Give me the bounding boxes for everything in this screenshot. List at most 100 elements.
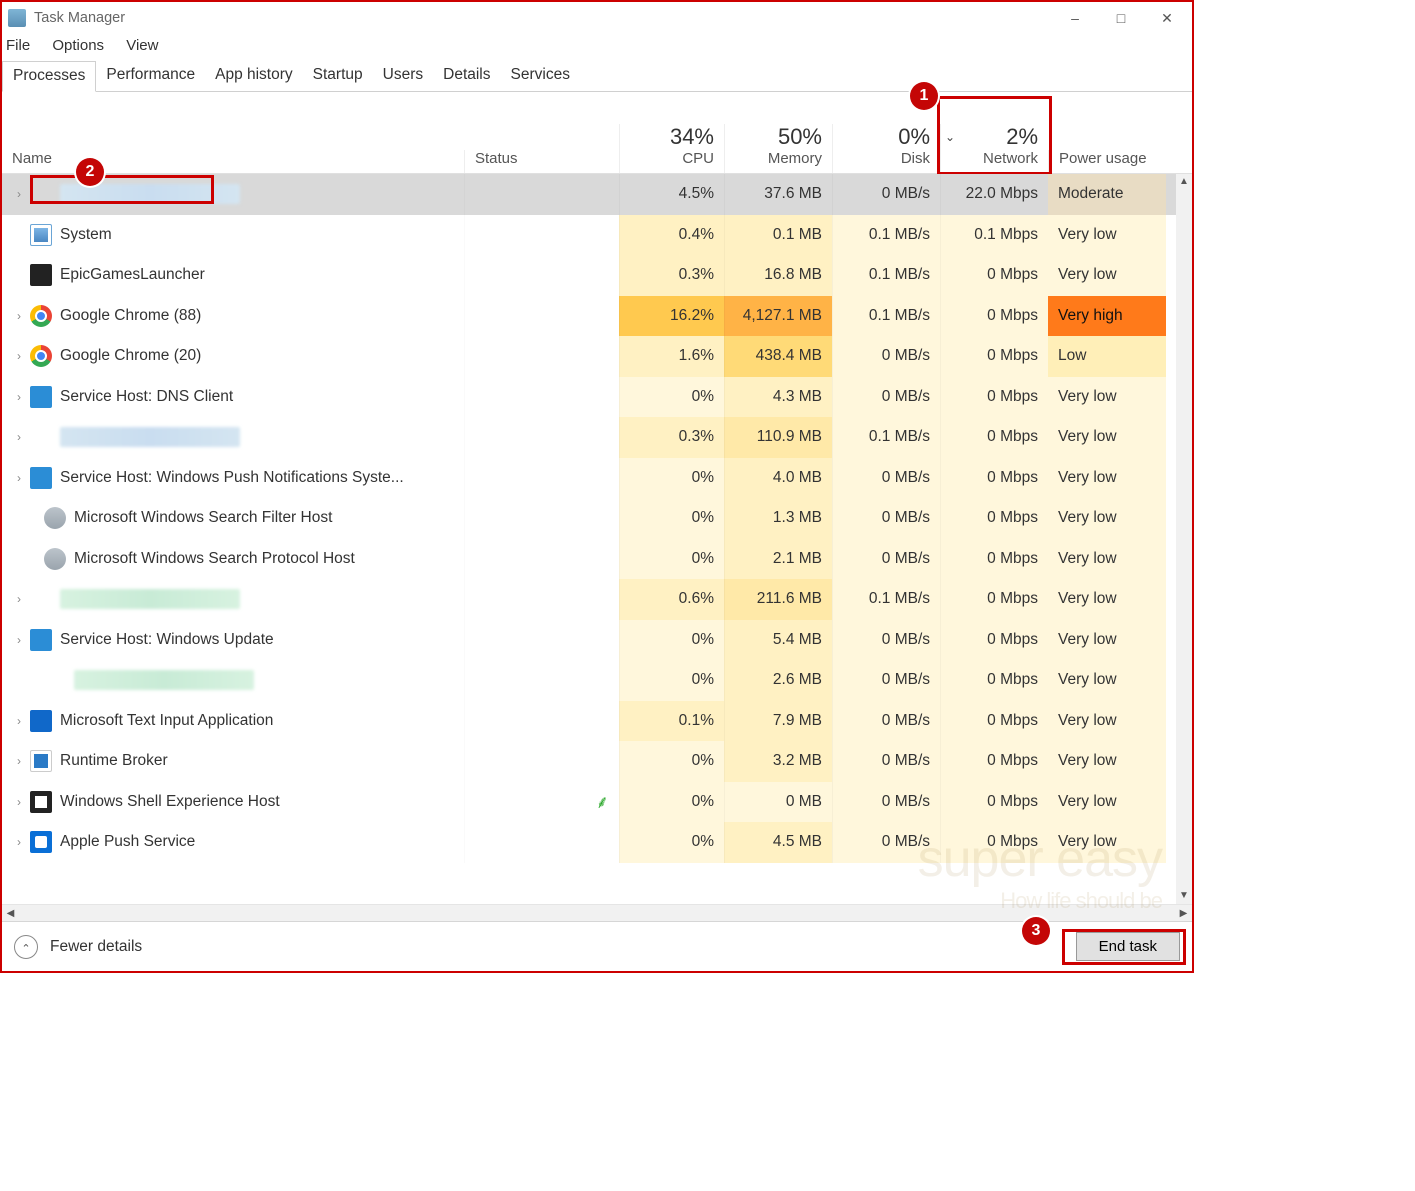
minimize-button[interactable]	[1052, 2, 1098, 34]
column-network[interactable]: ⌄ 2% Network	[940, 124, 1048, 173]
cell-net: 0 Mbps	[940, 458, 1048, 499]
expand-chevron-icon[interactable]: ›	[12, 187, 26, 201]
cell-power: Very low	[1048, 620, 1166, 661]
menubar: File Options View	[2, 34, 1192, 57]
expand-chevron-icon[interactable]: ›	[12, 714, 26, 728]
cell-cpu: 0%	[619, 498, 724, 539]
expand-chevron-icon[interactable]: ›	[12, 592, 26, 606]
cell-net: 0 Mbps	[940, 822, 1048, 863]
expand-chevron-icon[interactable]: ›	[12, 349, 26, 363]
cell-net: 0 Mbps	[940, 336, 1048, 377]
table-row[interactable]: ›Microsoft Windows Search Filter Host0%1…	[2, 498, 1192, 539]
cell-status	[464, 296, 619, 337]
table-row[interactable]: ›Microsoft Windows Search Protocol Host 0…	[2, 539, 1192, 580]
cell-power: Very low	[1048, 498, 1166, 539]
table-row[interactable]: ›0.3%110.9 MB0.1 MB/s0 MbpsVery low	[2, 417, 1192, 458]
expand-chevron-icon[interactable]: ›	[12, 795, 26, 809]
column-memory-label: Memory	[735, 150, 822, 167]
table-row[interactable]: ›EpicGamesLauncher0.3%16.8 MB0.1 MB/s0 M…	[2, 255, 1192, 296]
process-name: Apple Push Service	[60, 833, 195, 851]
expand-chevron-icon[interactable]: ›	[12, 754, 26, 768]
expand-chevron-icon[interactable]: ›	[12, 633, 26, 647]
cell-disk: 0.1 MB/s	[832, 296, 940, 337]
table-row[interactable]: ›0%2.6 MB0 MB/s0 MbpsVery low	[2, 660, 1192, 701]
tab-performance[interactable]: Performance	[96, 61, 205, 91]
cell-disk: 0 MB/s	[832, 539, 940, 580]
fewer-details-icon[interactable]	[14, 935, 38, 959]
table-row[interactable]: ›Windows Shell Experience Host⸙0%0 MB0 M…	[2, 782, 1192, 823]
menu-view[interactable]: View	[126, 37, 158, 54]
process-name: Service Host: Windows Update	[60, 631, 274, 649]
column-status[interactable]: Status	[464, 150, 619, 173]
close-button[interactable]	[1144, 2, 1190, 34]
maximize-button[interactable]	[1098, 2, 1144, 34]
menu-options[interactable]: Options	[52, 37, 104, 54]
table-row[interactable]: ›Apple Push Service0%4.5 MB0 MB/s0 MbpsV…	[2, 822, 1192, 863]
table-row[interactable]: ›Google Chrome (88)16.2%4,127.1 MB0.1 MB…	[2, 296, 1192, 337]
column-memory[interactable]: 50% Memory	[724, 124, 832, 173]
process-table-body: ›4.5%37.6 MB0 MB/s22.0 MbpsModerate›Syst…	[2, 174, 1192, 904]
table-row[interactable]: ›Microsoft Text Input Application0.1%7.9…	[2, 701, 1192, 742]
cell-disk: 0.1 MB/s	[832, 255, 940, 296]
expand-chevron-icon[interactable]: ›	[12, 471, 26, 485]
tab-users[interactable]: Users	[373, 61, 433, 91]
cell-power: Very low	[1048, 660, 1166, 701]
cell-net: 0 Mbps	[940, 741, 1048, 782]
table-row[interactable]: ›Service Host: Windows Push Notification…	[2, 458, 1192, 499]
expand-chevron-icon[interactable]: ›	[12, 390, 26, 404]
process-name: Service Host: DNS Client	[60, 388, 233, 406]
table-row[interactable]: ›0.6%211.6 MB0.1 MB/s0 MbpsVery low	[2, 579, 1192, 620]
cell-cpu: 0.3%	[619, 417, 724, 458]
horizontal-scrollbar[interactable]	[2, 904, 1192, 921]
scroll-right-icon[interactable]	[1175, 908, 1192, 919]
cell-disk: 0.1 MB/s	[832, 215, 940, 256]
cell-power: Very low	[1048, 255, 1166, 296]
column-status-label: Status	[475, 150, 609, 167]
cell-disk: 0 MB/s	[832, 458, 940, 499]
cell-disk: 0 MB/s	[832, 336, 940, 377]
end-task-button[interactable]: End task	[1076, 932, 1180, 961]
cell-name: ›Google Chrome (88)	[2, 296, 464, 337]
column-cpu[interactable]: 34% CPU	[619, 124, 724, 173]
cell-net: 0 Mbps	[940, 498, 1048, 539]
cell-status	[464, 336, 619, 377]
expand-chevron-icon[interactable]: ›	[12, 835, 26, 849]
gear-icon	[30, 467, 52, 489]
cell-status	[464, 701, 619, 742]
cell-name: ›Google Chrome (20)	[2, 336, 464, 377]
column-power[interactable]: Power usage	[1048, 150, 1166, 173]
table-row[interactable]: ›Service Host: Windows Update0%5.4 MB0 M…	[2, 620, 1192, 661]
window-title: Task Manager	[34, 10, 1052, 26]
epic-icon	[30, 264, 52, 286]
expand-chevron-icon[interactable]: ›	[12, 430, 26, 444]
cell-status	[464, 539, 619, 580]
scroll-up-icon[interactable]	[1176, 174, 1192, 190]
tab-app-history[interactable]: App history	[205, 61, 303, 91]
tab-startup[interactable]: Startup	[303, 61, 373, 91]
cell-power: Very low	[1048, 701, 1166, 742]
vertical-scrollbar[interactable]	[1176, 174, 1192, 904]
table-row[interactable]: ›Google Chrome (20)1.6%438.4 MB0 MB/s0 M…	[2, 336, 1192, 377]
column-name[interactable]: Name	[2, 150, 464, 173]
cell-status	[464, 822, 619, 863]
cell-name: ›Microsoft Windows Search Protocol Host	[2, 539, 464, 580]
menu-file[interactable]: File	[6, 37, 30, 54]
cell-cpu: 0%	[619, 741, 724, 782]
tab-details[interactable]: Details	[433, 61, 500, 91]
scroll-down-icon[interactable]	[1176, 888, 1192, 904]
task-manager-window: 1 2 3 Task Manager File Options View Pro…	[0, 0, 1194, 973]
table-row[interactable]: ›Runtime Broker0%3.2 MB0 MB/s0 MbpsVery …	[2, 741, 1192, 782]
column-disk[interactable]: 0% Disk	[832, 124, 940, 173]
tab-processes[interactable]: Processes	[2, 61, 96, 92]
scroll-left-icon[interactable]	[2, 908, 19, 919]
cell-power: Very low	[1048, 741, 1166, 782]
table-row[interactable]: ›4.5%37.6 MB0 MB/s22.0 MbpsModerate	[2, 174, 1192, 215]
cell-disk: 0 MB/s	[832, 701, 940, 742]
table-row[interactable]: ›System0.4%0.1 MB0.1 MB/s0.1 MbpsVery lo…	[2, 215, 1192, 256]
fewer-details-label[interactable]: Fewer details	[50, 938, 142, 956]
apple-icon	[30, 831, 52, 853]
expand-chevron-icon[interactable]: ›	[12, 309, 26, 323]
cell-name: ›System	[2, 215, 464, 256]
tab-services[interactable]: Services	[501, 61, 580, 91]
table-row[interactable]: ›Service Host: DNS Client0%4.3 MB0 MB/s0…	[2, 377, 1192, 418]
